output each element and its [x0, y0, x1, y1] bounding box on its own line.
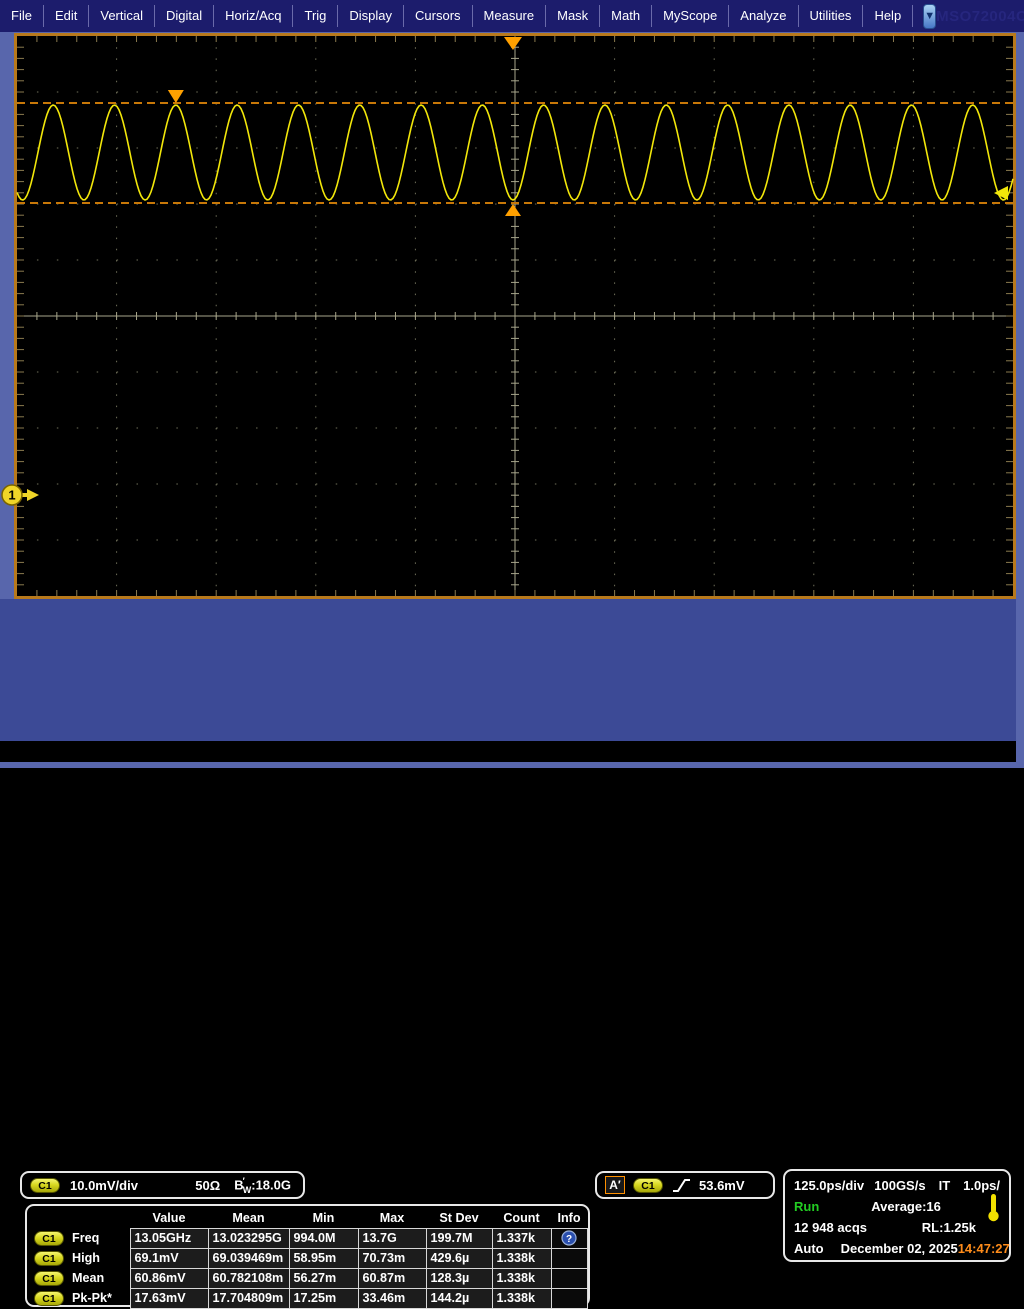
meas-count: 1.338k	[492, 1268, 551, 1288]
meas-mean: 69.039469m	[208, 1248, 289, 1268]
info-help-icon[interactable]: ?	[561, 1230, 577, 1246]
menu-item-myscope[interactable]: MyScope	[652, 5, 729, 27]
min-level-marker[interactable]	[505, 204, 521, 216]
meas-source-badge[interactable]: C1	[34, 1271, 64, 1286]
menu-item-horiz-acq[interactable]: Horiz/Acq	[214, 5, 293, 27]
meas-max: 60.87m	[358, 1268, 426, 1288]
readout-panel: C1 10.0mV/div 50Ω B′W:18.0G A′ C1 53.6mV…	[0, 599, 1016, 741]
channel1-position-marker[interactable]: 1	[2, 485, 39, 505]
waveform-display[interactable]: 1	[14, 33, 1016, 599]
meas-stdev: 429.6µ	[426, 1248, 492, 1268]
menu-item-math[interactable]: Math	[600, 5, 652, 27]
acquisition-count: 12 948 acqs	[794, 1220, 867, 1235]
menu-bar: File Edit Vertical Digital Horiz/Acq Tri…	[0, 0, 1024, 32]
sampling-mode: IT	[939, 1178, 951, 1193]
trigger-source-badge: A′	[605, 1176, 625, 1194]
model-label: MSO72004C	[936, 8, 1024, 25]
menu-item-digital[interactable]: Digital	[155, 5, 214, 27]
menu-item-edit[interactable]: Edit	[44, 5, 89, 27]
time-label: 14:47:27	[958, 1241, 1010, 1256]
meas-min: 994.0M	[289, 1228, 358, 1248]
trigger-channel-badge: C1	[633, 1178, 663, 1193]
menu-item-vertical[interactable]: Vertical	[89, 5, 155, 27]
menu-item-utilities[interactable]: Utilities	[799, 5, 864, 27]
menu-item-analyze[interactable]: Analyze	[729, 5, 798, 27]
col-header-stdev: St Dev	[426, 1208, 492, 1228]
meas-name: Freq	[72, 1231, 99, 1245]
trigger-readout[interactable]: A′ C1 53.6mV	[595, 1171, 775, 1199]
measurement-table: Value Mean Min Max St Dev Count Info C1 F…	[25, 1204, 590, 1307]
meas-stdev: 199.7M	[426, 1228, 492, 1248]
table-row: C1 High 69.1mV 69.039469m 58.95m 70.73m 4…	[30, 1248, 587, 1268]
thermometer-icon	[987, 1193, 1000, 1223]
bottom-black-band	[0, 741, 1016, 762]
max-level-marker[interactable]	[168, 90, 184, 103]
sample-rate-value: 100GS/s	[874, 1178, 925, 1193]
meas-max: 13.7G	[358, 1228, 426, 1248]
menu-item-mask[interactable]: Mask	[546, 5, 600, 27]
meas-stdev: 128.3µ	[426, 1268, 492, 1288]
meas-mean: 13.023295G	[208, 1228, 289, 1248]
meas-value: 69.1mV	[130, 1248, 208, 1268]
graticule	[16, 35, 1015, 598]
meas-min: 17.25m	[289, 1288, 358, 1308]
meas-stdev: 144.2µ	[426, 1288, 492, 1308]
col-header-count: Count	[492, 1208, 551, 1228]
rising-edge-icon	[671, 1176, 691, 1194]
meas-value: 13.05GHz	[130, 1228, 208, 1248]
meas-mean: 17.704809m	[208, 1288, 289, 1308]
menu-item-display[interactable]: Display	[338, 5, 404, 27]
average-count: Average:16	[871, 1199, 941, 1214]
menu-item-help[interactable]: Help	[863, 5, 913, 27]
meas-max: 70.73m	[358, 1248, 426, 1268]
meas-value: 17.63mV	[130, 1288, 208, 1308]
svg-text:1: 1	[8, 488, 15, 503]
meas-min: 56.27m	[289, 1268, 358, 1288]
channel1-readout[interactable]: C1 10.0mV/div 50Ω B′W:18.0G	[20, 1171, 305, 1199]
table-row: C1 Pk-Pk* 17.63mV 17.704809m 17.25m 33.46…	[30, 1288, 587, 1308]
vertical-scale: 10.0mV/div	[70, 1178, 138, 1193]
meas-source-badge[interactable]: C1	[34, 1251, 64, 1266]
meas-count: 1.337k	[492, 1228, 551, 1248]
meas-count: 1.338k	[492, 1248, 551, 1268]
meas-max: 33.46m	[358, 1288, 426, 1308]
menu-item-file[interactable]: File	[0, 5, 44, 27]
trigger-level-value: 53.6mV	[699, 1178, 745, 1193]
trigger-position-marker[interactable]	[504, 37, 522, 50]
table-header-row: Value Mean Min Max St Dev Count Info	[30, 1208, 587, 1228]
col-header-mean: Mean	[208, 1208, 289, 1228]
meas-source-badge[interactable]: C1	[34, 1231, 64, 1246]
record-length: RL:1.25k	[922, 1220, 976, 1235]
timebase-value: 125.0ps/div	[794, 1178, 864, 1193]
meas-mean: 60.782108m	[208, 1268, 289, 1288]
chevron-down-icon: ▼	[924, 10, 935, 22]
meas-count: 1.338k	[492, 1288, 551, 1308]
resolution-value: 1.0ps/	[963, 1178, 1000, 1193]
menu-item-cursors[interactable]: Cursors	[404, 5, 473, 27]
menu-dropdown-button[interactable]: ▼	[923, 4, 936, 29]
termination-value: 50Ω	[195, 1178, 220, 1193]
col-header-value: Value	[130, 1208, 208, 1228]
meas-source-badge[interactable]: C1	[34, 1291, 64, 1306]
trigger-mode: Auto	[794, 1241, 824, 1256]
bandwidth-value: B′W:18.0G	[234, 1176, 291, 1195]
table-row: C1Freq 13.05GHz 13.023295G 994.0M 13.7G …	[30, 1228, 587, 1248]
meas-min: 58.95m	[289, 1248, 358, 1268]
table-row: C1Mean 60.86mV 60.782108m 56.27m 60.87m …	[30, 1268, 587, 1288]
meas-name: Pk-Pk*	[72, 1291, 112, 1305]
meas-value: 60.86mV	[130, 1268, 208, 1288]
meas-name: Mean	[72, 1271, 104, 1285]
date-label: December 02, 2025	[841, 1241, 958, 1256]
run-status: Run	[794, 1199, 819, 1214]
col-header-min: Min	[289, 1208, 358, 1228]
svg-text:?: ?	[566, 1234, 572, 1245]
col-header-max: Max	[358, 1208, 426, 1228]
horizontal-readout[interactable]: 125.0ps/div 100GS/s IT 1.0ps/ Run Averag…	[783, 1169, 1011, 1262]
scope-screen: 1 C1 10.0mV/div 50Ω B′W:18.0G A′ C1 53.6…	[0, 32, 1024, 768]
menu-item-measure[interactable]: Measure	[473, 5, 547, 27]
col-header-info: Info	[551, 1208, 587, 1228]
meas-name: High	[72, 1251, 100, 1265]
channel1-badge[interactable]: C1	[30, 1178, 60, 1193]
menu-item-trig[interactable]: Trig	[293, 5, 338, 27]
